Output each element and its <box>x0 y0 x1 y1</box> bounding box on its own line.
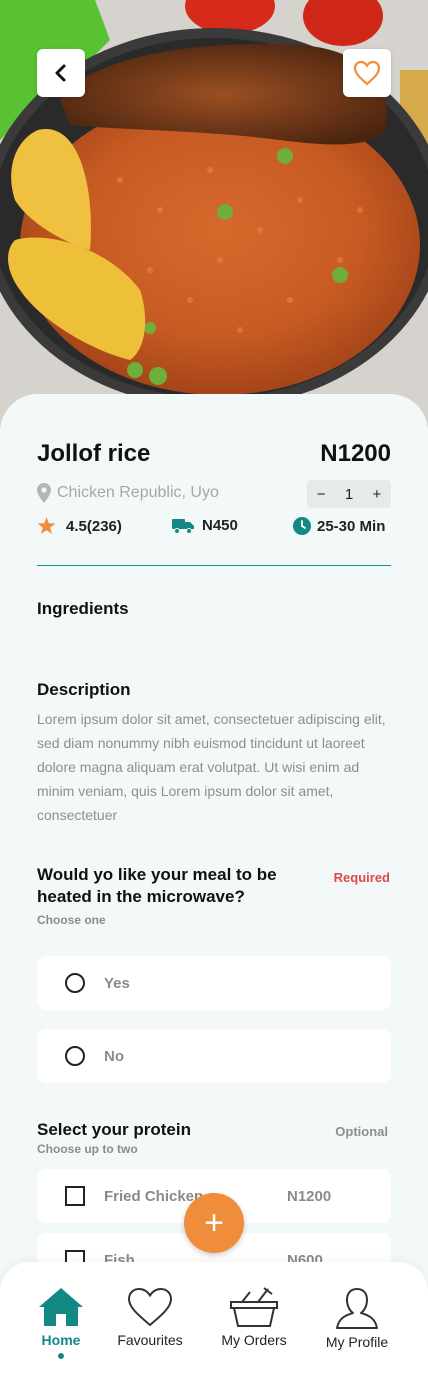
quantity-value: 1 <box>344 485 354 503</box>
delivery-truck-icon <box>172 518 194 534</box>
required-badge: Required <box>333 870 390 885</box>
location-text: Chicken Republic, Uyo <box>57 484 219 501</box>
star-icon <box>37 517 56 535</box>
protein-title: Select your protein <box>37 1120 191 1139</box>
home-icon <box>39 1288 83 1326</box>
radio-button[interactable] <box>65 973 85 993</box>
heart-icon <box>127 1287 173 1327</box>
delivery-time-text: 25-30 Min <box>317 517 386 535</box>
nav-label: Home <box>41 1332 81 1348</box>
ingredients-title: Ingredients <box>37 599 129 618</box>
product-price: N1200 <box>320 440 391 467</box>
choose-one-hint: Choose one <box>37 913 106 927</box>
nav-my-profile[interactable]: My Profile <box>307 1286 407 1350</box>
description-title: Description <box>37 680 131 699</box>
nav-label: Favourites <box>117 1332 183 1348</box>
plus-icon: + <box>204 1204 224 1242</box>
decrease-button[interactable]: − <box>317 486 326 503</box>
product-name: Jollof rice <box>37 440 151 467</box>
nav-my-orders[interactable]: My Orders <box>204 1286 304 1348</box>
option-label: Fried Chicken <box>104 1187 204 1205</box>
divider <box>37 565 391 566</box>
checkbox[interactable] <box>65 1186 85 1206</box>
option-no[interactable]: No <box>37 1029 391 1083</box>
microwave-question: Would yo like your meal to be heated in … <box>37 865 277 906</box>
delivery-fee: N450 <box>172 517 238 534</box>
nav-label: My Profile <box>325 1334 389 1350</box>
favourite-button[interactable] <box>343 49 391 97</box>
delivery-time: 25-30 Min <box>293 517 385 535</box>
delivery-fee-text: N450 <box>202 517 238 534</box>
restaurant-location: Chicken Republic, Uyo <box>37 483 219 503</box>
radio-button[interactable] <box>65 1046 85 1066</box>
heart-icon <box>353 60 381 86</box>
quantity-stepper[interactable]: − 1 + <box>307 480 391 508</box>
location-pin-icon <box>37 483 51 503</box>
active-indicator <box>58 1353 64 1359</box>
increase-button[interactable]: + <box>373 486 382 503</box>
nav-label: My Orders <box>221 1332 287 1348</box>
user-profile-icon <box>336 1288 378 1329</box>
nav-home[interactable]: Home <box>11 1286 111 1359</box>
optional-badge: Optional <box>335 1124 388 1139</box>
option-yes[interactable]: Yes <box>37 956 391 1010</box>
option-price: N1200 <box>287 1187 332 1205</box>
description-text: Lorem ipsum dolor sit amet, consectetuer… <box>37 711 386 823</box>
rating: 4.5(236) <box>37 517 122 535</box>
back-button[interactable] <box>37 49 85 97</box>
chevron-left-icon <box>55 64 66 82</box>
option-label: No <box>104 1047 124 1065</box>
clock-icon <box>293 517 311 535</box>
bottom-navigation: Home Favourites My Orders My Profile <box>0 1262 428 1381</box>
rating-text: 4.5(236) <box>66 517 122 535</box>
basket-icon <box>230 1287 278 1327</box>
add-to-cart-button[interactable]: + <box>184 1193 244 1253</box>
choose-up-to-two-hint: Choose up to two <box>37 1142 138 1156</box>
nav-favourites[interactable]: Favourites <box>100 1286 200 1348</box>
option-label: Yes <box>104 974 130 992</box>
